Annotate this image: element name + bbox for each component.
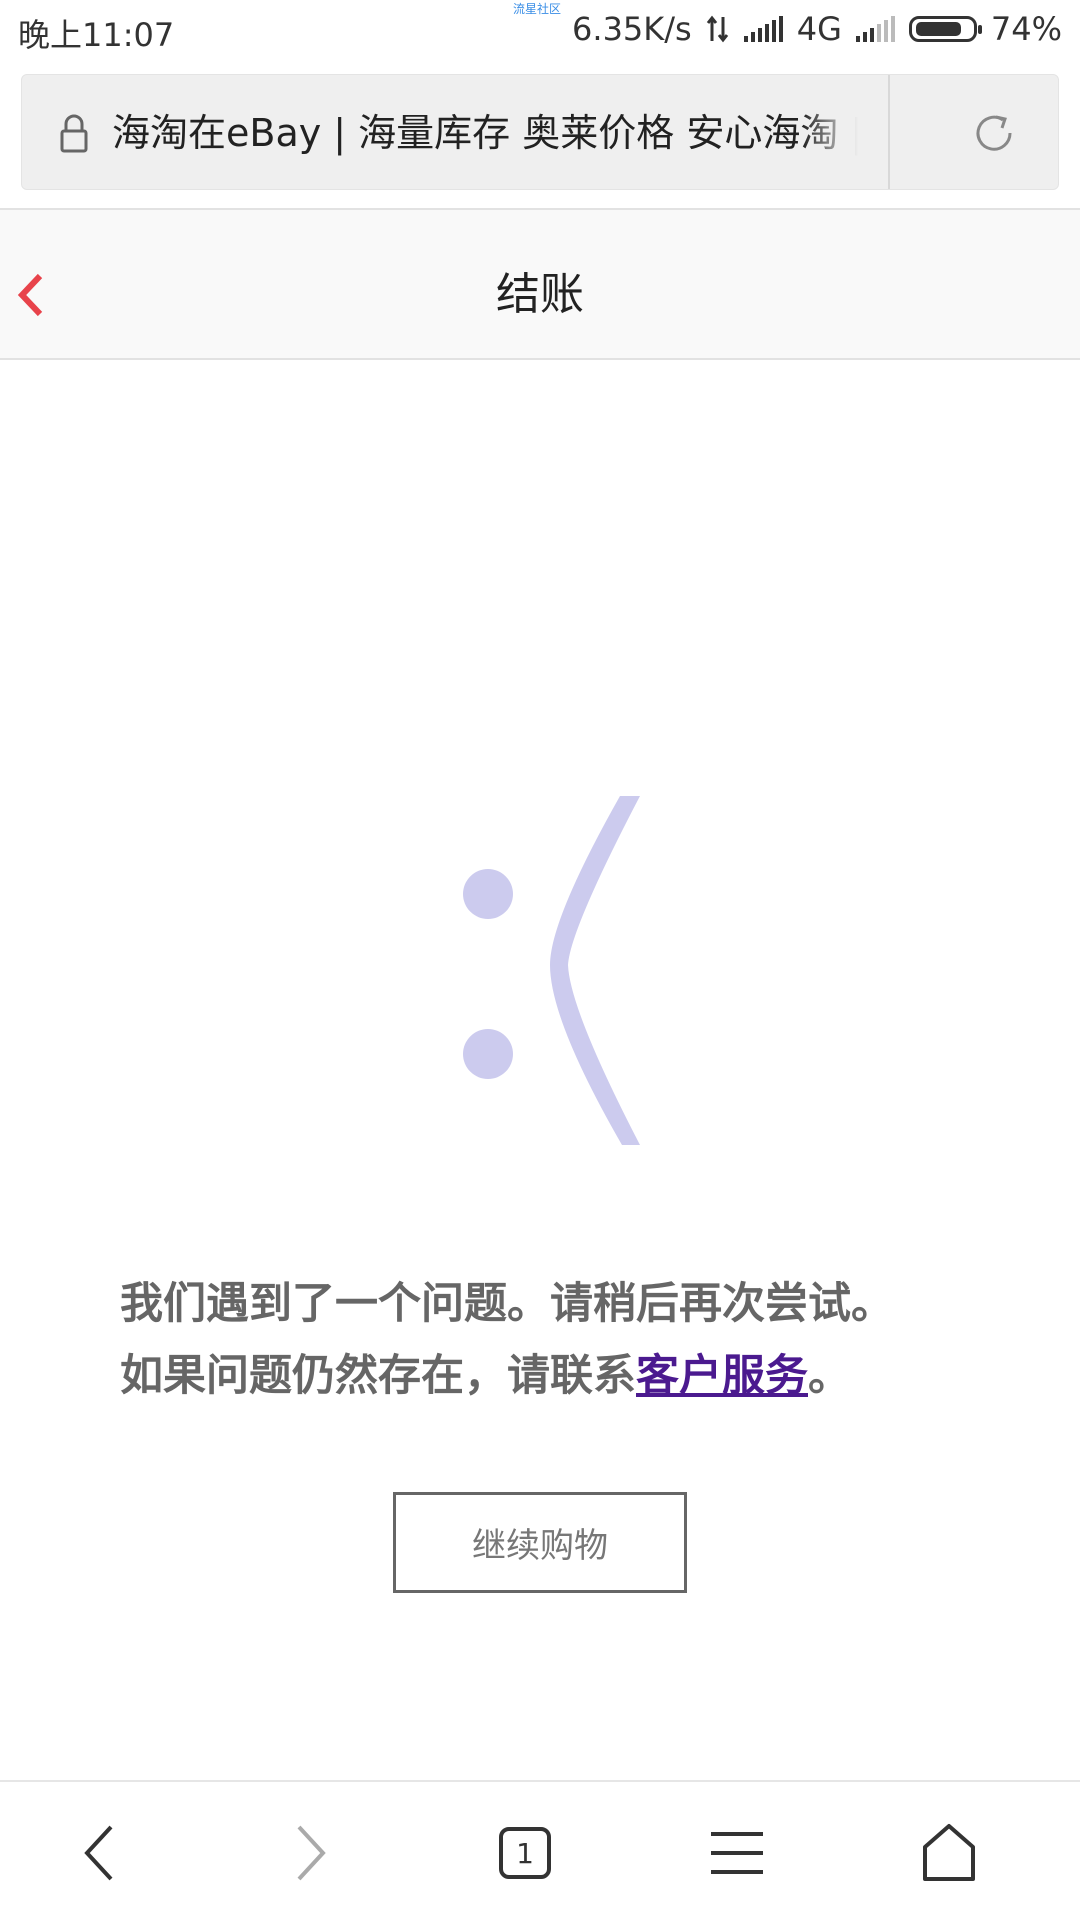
nav-forward-button[interactable] <box>276 1818 346 1888</box>
watermark: 流星社区 <box>513 2 562 16</box>
nav-home-button[interactable] <box>914 1818 984 1888</box>
nav-menu-button[interactable] <box>702 1818 772 1888</box>
lock-icon <box>60 114 88 153</box>
address-bar[interactable]: 海淘在eBay | 海量库存 奥莱价格 安心海淘 | <box>21 74 1059 190</box>
continue-shopping-button[interactable]: 继续购物 <box>393 1492 687 1593</box>
network-speed: 6.35K/s <box>572 10 692 48</box>
nav-back-button[interactable] <box>64 1818 134 1888</box>
forward-icon <box>297 1825 326 1881</box>
customer-service-link[interactable]: 客户服务 <box>636 1351 808 1401</box>
error-line-2-prefix: 如果问题仍然存在，请联系 <box>120 1351 636 1401</box>
status-bar: 晚上11:07 流星社区 6.35K/s 4G 74% <box>0 0 1080 64</box>
battery-percent: 74% <box>990 10 1062 48</box>
status-indicators: 6.35K/s 4G 74% <box>572 10 1062 48</box>
error-line-1: 我们遇到了一个问题。请稍后再次尝试。 <box>120 1279 894 1329</box>
signal-strength-2-icon <box>855 16 895 42</box>
tab-count: 1 <box>499 1827 551 1879</box>
address-bar-divider <box>888 75 890 189</box>
error-message: 我们遇到了一个问题。请稍后再次尝试。 如果问题仍然存在，请联系客户服务。 <box>120 1268 980 1412</box>
page-header: 结账 <box>0 208 1080 360</box>
page-title-in-address-bar[interactable]: 海淘在eBay | 海量库存 奥莱价格 安心海淘 | <box>112 103 882 163</box>
data-transfer-icon <box>706 15 728 43</box>
back-icon <box>84 1825 113 1881</box>
browser-bottom-nav: 1 <box>0 1780 1080 1920</box>
home-icon <box>923 1824 975 1881</box>
signal-strength-icon <box>743 16 783 42</box>
reload-icon[interactable] <box>972 111 1016 155</box>
error-line-2: 如果问题仍然存在，请联系客户服务。 <box>120 1340 980 1412</box>
nav-tabs-button[interactable]: 1 <box>490 1818 560 1888</box>
sad-face-icon <box>463 796 640 1145</box>
network-type: 4G <box>796 10 842 48</box>
error-line-2-suffix: 。 <box>808 1351 851 1401</box>
menu-icon <box>711 1832 763 1874</box>
battery-icon <box>908 16 982 42</box>
page-title: 结账 <box>496 269 584 320</box>
status-time: 晚上11:07 <box>18 16 175 54</box>
